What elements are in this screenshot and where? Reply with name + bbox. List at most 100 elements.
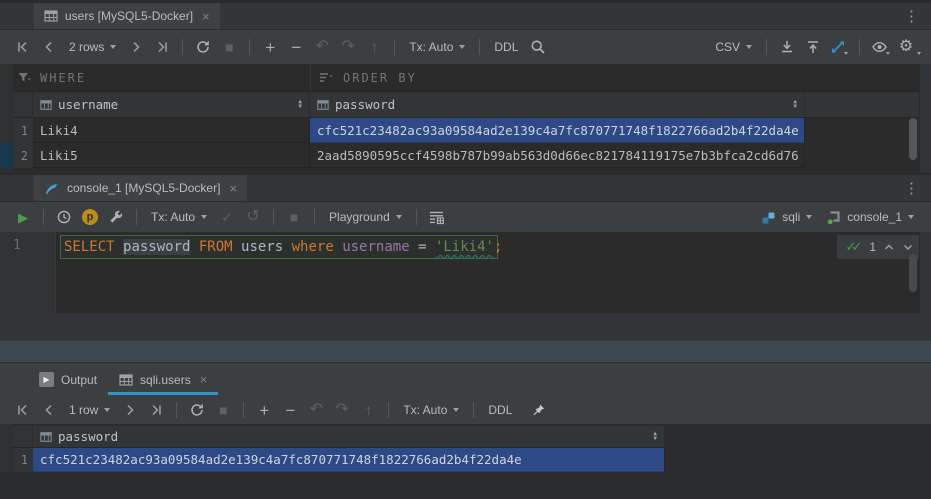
next-problem-chevron-icon[interactable] — [902, 241, 914, 253]
column-header-password[interactable]: password ▲▼ — [310, 92, 805, 117]
import-data-icon[interactable] — [800, 36, 826, 58]
panel-splitter[interactable] — [0, 341, 931, 362]
revert-icon[interactable]: ↶ — [309, 36, 335, 58]
previous-problem-chevron-icon[interactable] — [883, 241, 895, 253]
first-page-button[interactable] — [10, 399, 36, 421]
reload-icon[interactable] — [190, 36, 216, 58]
sort-toggle-icon[interactable]: ▲▼ — [647, 432, 657, 441]
tab-output[interactable]: ▶ Output — [28, 363, 108, 396]
tab-sqli-users-result[interactable]: sqli.users × — [108, 363, 218, 396]
stop-icon[interactable]: ■ — [281, 206, 307, 228]
playground-label: Playground — [329, 210, 390, 224]
redo-icon[interactable]: ↷ — [335, 36, 361, 58]
sort-toggle-icon[interactable]: ▲▼ — [787, 100, 797, 109]
previous-page-button[interactable] — [36, 399, 62, 421]
run-button[interactable]: ▶ — [10, 206, 36, 228]
sql-statement[interactable]: SELECT password FROM users where usernam… — [64, 239, 502, 255]
page-size-dropdown[interactable]: 2 rows — [62, 36, 123, 58]
close-icon[interactable]: × — [229, 181, 237, 196]
table-grid-icon — [119, 373, 133, 387]
playground-dropdown[interactable]: Playground — [322, 206, 409, 228]
export-data-icon[interactable] — [774, 36, 800, 58]
ddl-button[interactable]: DDL — [481, 399, 519, 421]
tab-console-1[interactable]: console_1 [MySQL5-Docker] × — [34, 175, 247, 201]
tx-mode-dropdown[interactable]: Tx: Auto — [402, 36, 472, 58]
delete-row-button[interactable]: − — [283, 36, 309, 58]
grid-filter-bar: WHERE ORDER BY — [0, 64, 931, 92]
where-filter-input[interactable]: WHERE — [0, 64, 310, 91]
view-options-eye-icon[interactable] — [867, 36, 893, 58]
revert-icon[interactable]: ↶ — [303, 399, 329, 421]
reload-icon[interactable] — [184, 399, 210, 421]
cell-password[interactable]: 2aad5890595ccf4598b787b99ab563d0d66ec821… — [310, 143, 805, 168]
table-grid-icon — [44, 9, 58, 23]
ddl-label: DDL — [488, 403, 512, 417]
parameters-badge-icon[interactable]: p — [77, 206, 103, 228]
separator — [249, 39, 250, 55]
grid-scrollbar-thumb[interactable] — [909, 118, 917, 160]
kebab-menu-icon[interactable]: ⋮ — [904, 179, 919, 197]
submit-icon[interactable]: ↑ — [355, 399, 381, 421]
cell-password-selected[interactable]: cfc521c23482ac93a09584ad2e139c4a7fc87077… — [310, 118, 805, 143]
export-format-dropdown[interactable]: CSV — [708, 36, 759, 58]
separator — [243, 402, 244, 418]
add-row-button[interactable]: + — [257, 36, 283, 58]
sync-session-icon[interactable] — [826, 36, 852, 58]
order-by-lines-icon — [319, 71, 334, 84]
stop-icon[interactable]: ■ — [210, 399, 236, 421]
inspections-ok-icon: ✓✓ — [846, 239, 863, 255]
cell-username[interactable]: Liki5 — [33, 143, 310, 168]
first-page-button[interactable] — [10, 36, 36, 58]
separator — [176, 402, 177, 418]
submit-icon[interactable]: ↑ — [361, 36, 387, 58]
chevron-down-icon — [844, 52, 848, 55]
cell-password-selected[interactable]: cfc521c23482ac93a09584ad2e139c4a7fc87077… — [33, 448, 665, 472]
gear-icon[interactable]: ⚙ — [893, 36, 919, 58]
add-row-button[interactable]: + — [251, 399, 277, 421]
page-size-dropdown[interactable]: 1 row — [62, 399, 117, 421]
ddl-label: DDL — [494, 40, 518, 54]
previous-page-button[interactable] — [36, 36, 62, 58]
column-header-username[interactable]: username ▲▼ — [33, 92, 310, 117]
history-clock-icon[interactable] — [51, 206, 77, 228]
editor-gutter: 1 — [0, 232, 56, 313]
search-icon[interactable] — [525, 36, 551, 58]
close-icon[interactable]: × — [202, 9, 210, 24]
column-header-password[interactable]: password ▲▼ — [33, 426, 665, 447]
last-page-button[interactable] — [149, 36, 175, 58]
page-size-label: 1 row — [69, 403, 98, 417]
column-name: password — [335, 97, 395, 112]
next-page-button[interactable] — [123, 36, 149, 58]
commit-check-icon[interactable]: ✓ — [214, 206, 240, 228]
next-page-button[interactable] — [117, 399, 143, 421]
pin-tab-icon[interactable] — [525, 399, 551, 421]
separator — [859, 39, 860, 55]
services-tab-bar: ▶ Output sqli.users × — [0, 362, 931, 396]
cell-username[interactable]: Liki4 — [33, 118, 310, 143]
row-number: 2 — [13, 143, 33, 168]
editor-scrollbar-thumb[interactable] — [909, 254, 917, 292]
sql-keyword: where — [283, 239, 342, 255]
settings-wrench-icon[interactable] — [103, 206, 129, 228]
inspection-count: 1 — [869, 240, 876, 254]
sort-toggle-icon[interactable]: ▲▼ — [292, 100, 302, 109]
last-page-button[interactable] — [143, 399, 169, 421]
stop-icon[interactable]: ■ — [216, 36, 242, 58]
redo-icon[interactable]: ↷ — [329, 399, 355, 421]
column-grid-icon — [40, 431, 52, 443]
order-by-filter-input[interactable]: ORDER BY — [310, 64, 931, 91]
ddl-button[interactable]: DDL — [487, 36, 525, 58]
sql-keyword: FROM — [190, 239, 241, 255]
output-layout-icon[interactable] — [424, 206, 450, 228]
schema-dropdown[interactable]: sqli — [754, 206, 819, 228]
session-dropdown[interactable]: console_1 — [819, 206, 921, 228]
bottom-grid-header: password ▲▼ — [13, 426, 665, 448]
rollback-icon[interactable]: ↺ — [240, 206, 266, 228]
tx-mode-dropdown[interactable]: Tx: Auto — [396, 399, 466, 421]
delete-row-button[interactable]: − — [277, 399, 303, 421]
sql-editor[interactable]: 1 SELECT password FROM users where usern… — [0, 232, 931, 313]
kebab-menu-icon[interactable]: ⋮ — [904, 7, 919, 25]
tx-mode-dropdown[interactable]: Tx: Auto — [144, 206, 214, 228]
close-icon[interactable]: × — [200, 372, 208, 387]
tab-users-table[interactable]: users [MySQL5-Docker] × — [34, 3, 220, 29]
